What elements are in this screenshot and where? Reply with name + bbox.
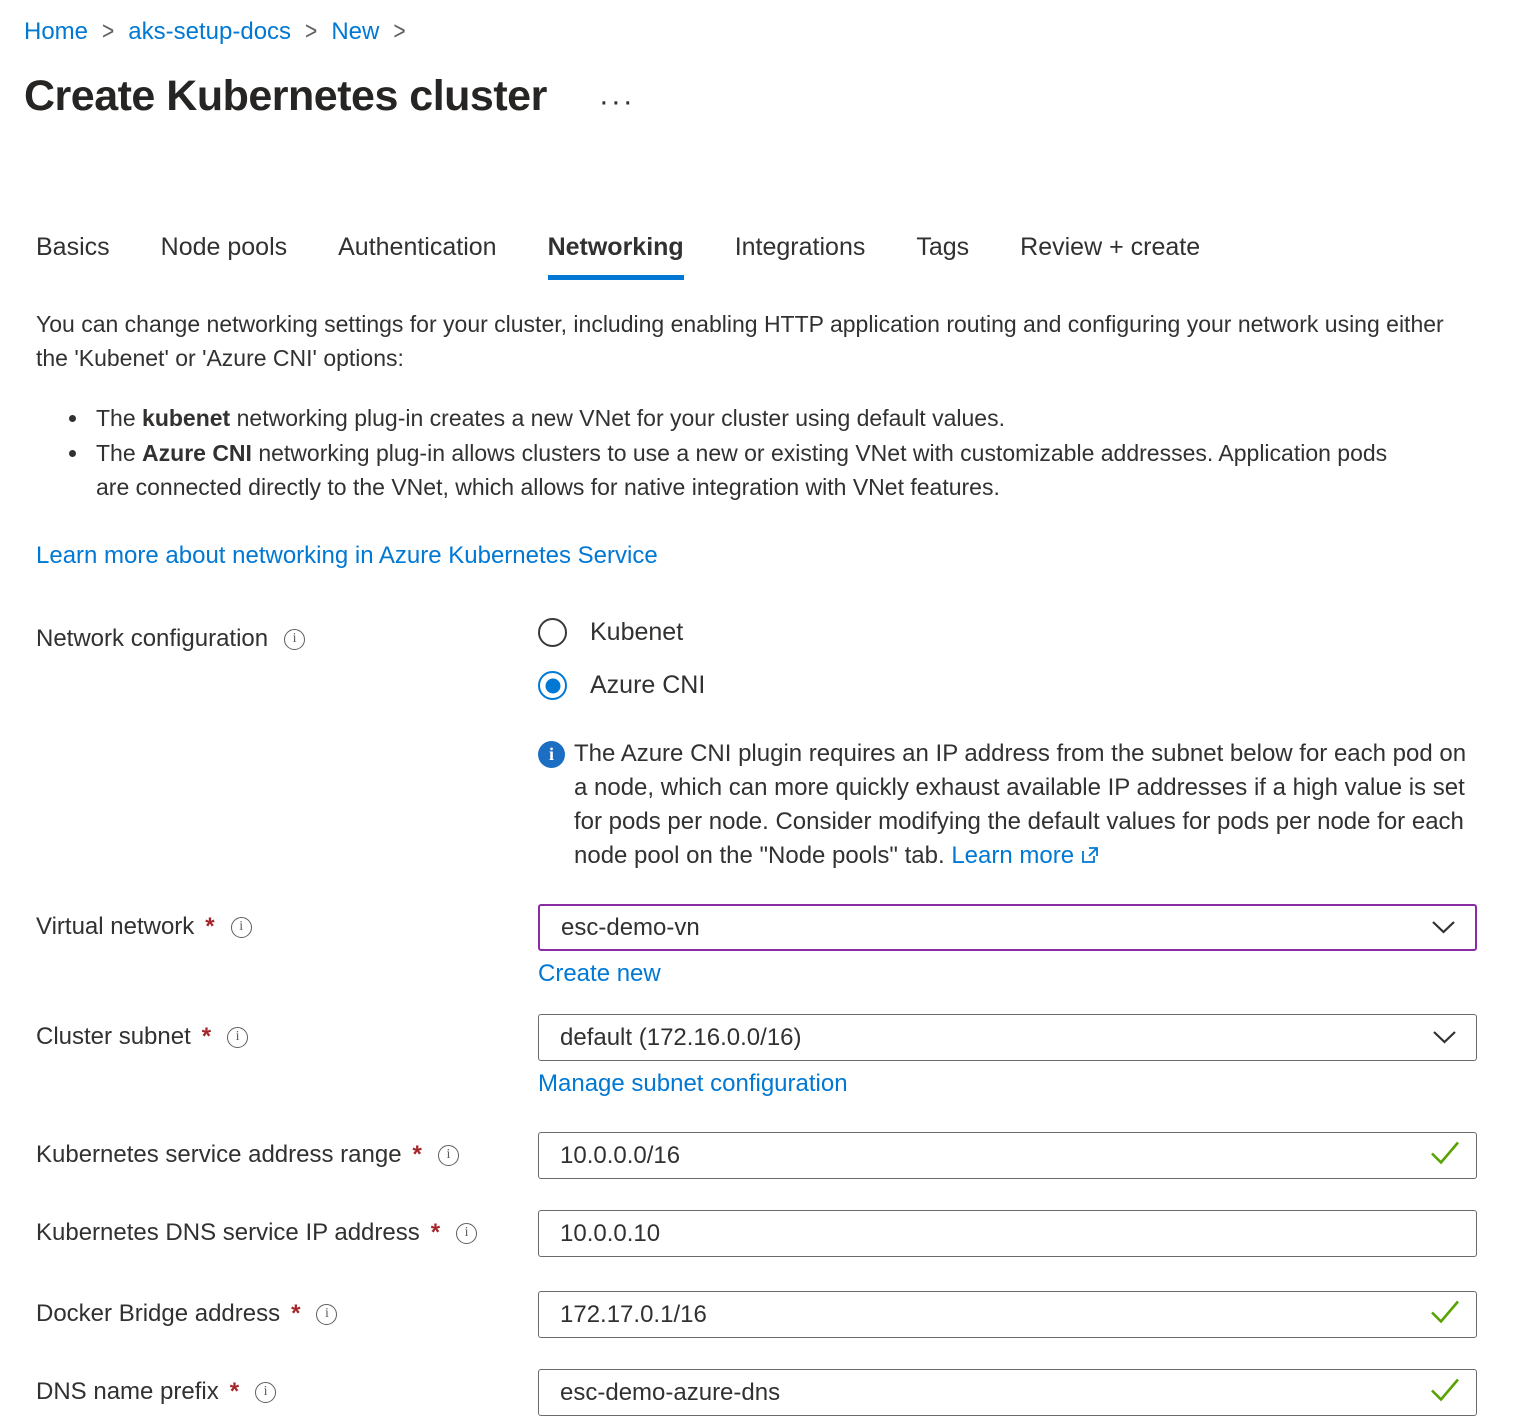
create-kubernetes-cluster-page: Home > aks-setup-docs > New > Create Kub… — [0, 0, 1516, 1416]
required-marker: * — [289, 1300, 300, 1328]
wizard-tabs: Basics Node pools Authentication Network… — [36, 233, 1492, 280]
radio-kubenet-label: Kubenet — [590, 618, 683, 647]
required-marker: * — [228, 1378, 239, 1406]
breadcrumb-separator-icon: > — [305, 17, 317, 47]
cluster-subnet-label: Cluster subnet * i — [36, 1014, 538, 1051]
info-badge-icon: i — [538, 741, 565, 768]
network-configuration-label: Network configuration i — [36, 616, 538, 653]
cluster-subnet-row: Cluster subnet * i default (172.16.0.0/1… — [36, 1014, 1492, 1098]
cluster-subnet-value: default (172.16.0.0/16) — [560, 1024, 802, 1052]
dns-name-prefix-field[interactable] — [538, 1369, 1477, 1416]
service-address-range-field[interactable] — [538, 1132, 1477, 1179]
valid-check-icon — [1429, 1298, 1461, 1331]
docker-bridge-input[interactable] — [560, 1301, 1420, 1329]
virtual-network-dropdown[interactable]: esc-demo-vn — [538, 904, 1477, 951]
dns-name-prefix-input[interactable] — [560, 1379, 1420, 1407]
radio-azure-cni-label: Azure CNI — [590, 671, 705, 700]
info-icon[interactable]: i — [227, 1027, 248, 1048]
dns-name-prefix-label: DNS name prefix * i — [36, 1369, 538, 1406]
info-icon[interactable]: i — [438, 1145, 459, 1166]
tab-review-create[interactable]: Review + create — [1020, 233, 1200, 280]
dns-service-ip-label: Kubernetes DNS service IP address * i — [36, 1210, 538, 1247]
network-configuration-row: Network configuration i Kubenet Azure CN… — [36, 616, 1492, 700]
cni-note-learn-more-link[interactable]: Learn more — [951, 842, 1074, 869]
cni-note-row: i The Azure CNI plugin requires an IP ad… — [36, 700, 1492, 873]
plugin-bullet-list: The kubenet networking plug-in creates a… — [90, 401, 1400, 504]
info-icon[interactable]: i — [284, 629, 305, 650]
breadcrumb: Home > aks-setup-docs > New > — [24, 18, 1492, 46]
dns-service-ip-field[interactable] — [538, 1210, 1477, 1257]
tab-basics[interactable]: Basics — [36, 233, 110, 280]
kubenet-bullet: The kubenet networking plug-in creates a… — [90, 401, 1400, 435]
dns-name-prefix-row: DNS name prefix * i — [36, 1369, 1492, 1416]
manage-subnet-configuration-link[interactable]: Manage subnet configuration — [538, 1070, 848, 1098]
breadcrumb-separator-icon: > — [102, 17, 114, 47]
virtual-network-value: esc-demo-vn — [561, 914, 700, 942]
info-icon[interactable]: i — [255, 1382, 276, 1403]
service-address-range-input[interactable] — [560, 1142, 1420, 1170]
radio-selected-icon[interactable] — [538, 671, 567, 700]
learn-more-networking-link[interactable]: Learn more about networking in Azure Kub… — [36, 542, 658, 570]
tab-integrations[interactable]: Integrations — [735, 233, 866, 280]
tab-tags[interactable]: Tags — [916, 233, 969, 280]
chevron-down-icon — [1432, 1024, 1457, 1052]
info-icon[interactable]: i — [231, 917, 252, 938]
breadcrumb-aks-setup-docs-link[interactable]: aks-setup-docs — [128, 18, 291, 46]
radio-unselected-icon[interactable] — [538, 618, 567, 647]
azure-cni-bullet: The Azure CNI networking plug-in allows … — [90, 436, 1400, 504]
tab-networking[interactable]: Networking — [548, 233, 684, 280]
page-title: Create Kubernetes cluster — [24, 72, 547, 121]
breadcrumb-home-link[interactable]: Home — [24, 18, 88, 46]
required-marker: * — [200, 1023, 211, 1051]
docker-bridge-row: Docker Bridge address * i — [36, 1291, 1492, 1338]
docker-bridge-label: Docker Bridge address * i — [36, 1291, 538, 1328]
info-icon[interactable]: i — [316, 1304, 337, 1325]
virtual-network-row: Virtual network * i esc-demo-vn Create n… — [36, 904, 1492, 988]
cni-info-note: i The Azure CNI plugin requires an IP ad… — [538, 737, 1492, 873]
service-address-range-label: Kubernetes service address range * i — [36, 1132, 538, 1169]
external-link-icon — [1080, 841, 1100, 875]
valid-check-icon — [1429, 1139, 1461, 1172]
tab-authentication[interactable]: Authentication — [338, 233, 496, 280]
required-marker: * — [429, 1219, 440, 1247]
dns-service-ip-input[interactable] — [560, 1220, 1420, 1248]
required-marker: * — [203, 913, 214, 941]
networking-form: Network configuration i Kubenet Azure CN… — [36, 616, 1492, 1416]
networking-intro-text: You can change networking settings for y… — [36, 307, 1448, 375]
docker-bridge-field[interactable] — [538, 1291, 1477, 1338]
tab-node-pools[interactable]: Node pools — [161, 233, 287, 280]
breadcrumb-separator-icon: > — [393, 17, 405, 47]
chevron-down-icon — [1431, 914, 1456, 942]
breadcrumb-new-link[interactable]: New — [331, 18, 379, 46]
more-menu-icon[interactable]: ··· — [599, 87, 635, 107]
service-address-range-row: Kubernetes service address range * i — [36, 1132, 1492, 1179]
radio-azure-cni[interactable]: Azure CNI — [538, 671, 1492, 700]
dns-service-ip-row: Kubernetes DNS service IP address * i — [36, 1210, 1492, 1257]
create-new-vnet-link[interactable]: Create new — [538, 960, 661, 988]
info-icon[interactable]: i — [456, 1223, 477, 1244]
valid-check-icon — [1429, 1376, 1461, 1409]
virtual-network-label: Virtual network * i — [36, 904, 538, 941]
cni-note-text: The Azure CNI plugin requires an IP addr… — [574, 737, 1482, 873]
required-marker: * — [411, 1141, 422, 1169]
radio-kubenet[interactable]: Kubenet — [538, 618, 1492, 647]
network-configuration-radio-group: Kubenet Azure CNI — [538, 616, 1492, 700]
cluster-subnet-dropdown[interactable]: default (172.16.0.0/16) — [538, 1014, 1477, 1061]
